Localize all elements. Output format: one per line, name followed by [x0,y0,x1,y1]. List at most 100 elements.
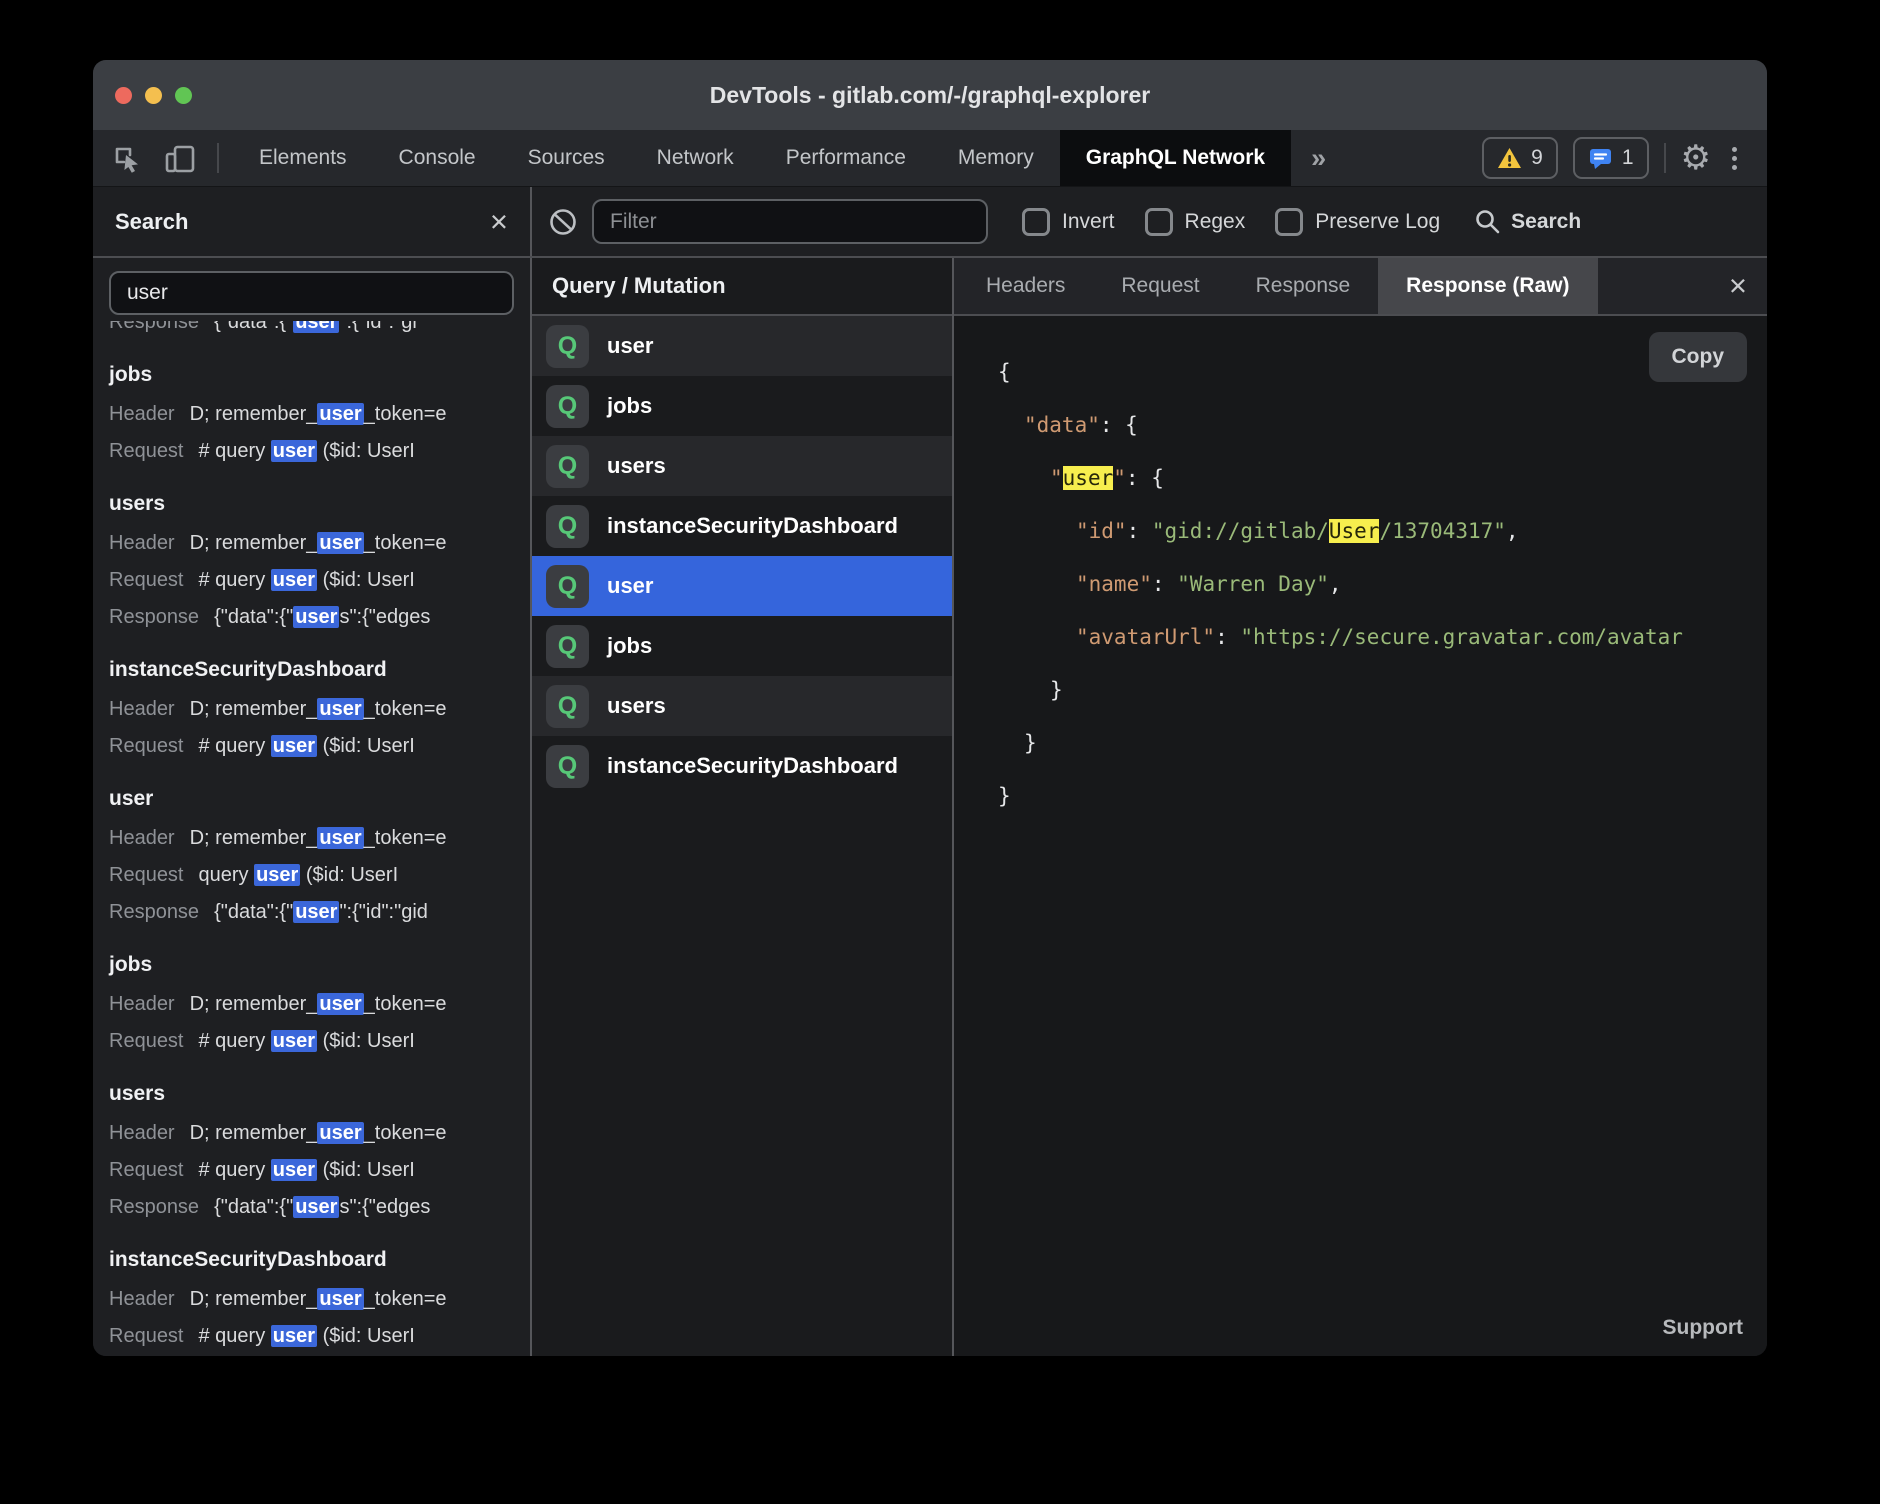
json-line: "name": "Warren Day", [998,558,1767,611]
search-result-row[interactable]: HeaderD; remember_user_token=e [109,525,530,562]
tab-sources[interactable]: Sources [502,130,631,186]
search-result-row[interactable]: Request# query user ($id: UserI [109,562,530,599]
search-result-row[interactable]: Response{"data":{"users":{"edges [109,599,530,636]
json-token: "data" [1024,413,1100,437]
inspect-element-icon[interactable] [111,142,143,174]
tab-network[interactable]: Network [631,130,760,186]
support-link[interactable]: Support [1663,1316,1743,1340]
search-result-row[interactable]: HeaderD; remember_user_token=e [109,396,530,433]
query-type-badge: Q [546,325,589,368]
regex-checkbox[interactable] [1145,208,1173,236]
tab-memory[interactable]: Memory [932,130,1060,186]
search-result-row[interactable]: HeaderD; remember_user_token=e [109,1281,530,1318]
close-window-button[interactable] [115,87,132,104]
value-text: ":{"id":"gid [339,901,427,923]
response-tab-request[interactable]: Request [1093,258,1227,314]
query-list-item[interactable]: Qusers [532,676,952,736]
close-search-panel-icon[interactable]: × [490,206,508,237]
regex-option[interactable]: Regex [1145,208,1246,236]
search-result-value: D; remember_user_token=e [190,1288,447,1310]
tab-console[interactable]: Console [373,130,502,186]
value-text: _token=e [364,827,447,849]
search-result-row[interactable]: Request# query user ($id: UserI [109,1152,530,1189]
query-list: QuserQjobsQusersQinstanceSecurityDashboa… [532,316,952,796]
search-result-row[interactable]: Requestquery user ($id: UserI [109,857,530,894]
search-result-row[interactable]: Response{"data":{"user":{"id":"gi [109,321,530,341]
warning-count: 9 [1531,146,1543,170]
value-text: _token=e [364,993,447,1015]
match-highlight: user [254,864,300,886]
response-tab-response[interactable]: Response [1228,258,1379,314]
search-result-row[interactable]: Request# query user ($id: UserI [109,433,530,470]
search-result-row[interactable]: HeaderD; remember_user_token=e [109,986,530,1023]
query-list-item[interactable]: QinstanceSecurityDashboard [532,496,952,556]
value-text: _token=e [364,698,447,720]
query-list-item[interactable]: Quser [532,556,952,616]
issues-badge[interactable]: 1 [1573,137,1649,179]
json-token: , [1329,572,1342,596]
value-text: _token=e [364,403,447,425]
match-highlight: user [271,569,317,591]
search-result-row[interactable]: HeaderD; remember_user_token=e [109,691,530,728]
match-highlight: user [271,440,317,462]
devtools-tabbar: ElementsConsoleSourcesNetworkPerformance… [93,130,1767,187]
maximize-window-button[interactable] [175,87,192,104]
query-list-item[interactable]: Quser [532,316,952,376]
search-result-row[interactable]: Request# query user ($id: UserI [109,1318,530,1355]
network-search-toggle[interactable]: Search [1474,208,1581,235]
json-token: : [1100,413,1125,437]
settings-gear-icon[interactable]: ⚙ [1681,141,1711,175]
value-text: # query [199,1325,271,1347]
json-line: "data": { [998,399,1767,452]
query-list-item[interactable]: Qjobs [532,616,952,676]
json-token: "https://secure.gravatar.com/avatar [1240,625,1683,649]
kebab-menu-icon[interactable] [1726,147,1743,170]
value-text: # query [199,440,271,462]
response-tab-headers[interactable]: Headers [958,258,1093,314]
block-icon[interactable] [548,207,578,237]
value-text: # query [199,735,271,757]
tab-elements[interactable]: Elements [233,130,373,186]
json-token: } [998,784,1011,808]
more-tabs-button[interactable]: » [1291,130,1346,186]
tab-graphql-network[interactable]: GraphQL Network [1060,130,1291,186]
search-result-row[interactable]: Response{"data":{"users":{"edges [109,1189,530,1226]
search-result-row[interactable]: HeaderD; remember_user_token=e [109,820,530,857]
invert-checkbox[interactable] [1022,208,1050,236]
search-result-value: # query user ($id: UserI [199,1030,415,1052]
preserve-log-checkbox[interactable] [1275,208,1303,236]
value-text: # query [199,1159,271,1181]
value-text: ($id: UserI [317,1325,415,1347]
minimize-window-button[interactable] [145,87,162,104]
preserve-log-option[interactable]: Preserve Log [1275,208,1440,236]
search-result-row[interactable]: Response{"data":{"user":{"id":"gid [109,894,530,931]
warnings-badge[interactable]: 9 [1482,137,1558,179]
search-result-row[interactable]: Request# query user ($id: UserI [109,728,530,765]
match-highlight: user [317,993,363,1015]
query-type-badge: Q [546,565,589,608]
query-list-item[interactable]: Qjobs [532,376,952,436]
copy-button[interactable]: Copy [1649,332,1748,382]
value-text: s":{"edges [339,1196,430,1218]
tab-performance[interactable]: Performance [760,130,932,186]
query-list-item[interactable]: QinstanceSecurityDashboard [532,736,952,796]
search-result-value: {"data":{"users":{"edges [214,606,430,628]
json-token: { [1151,466,1164,490]
invert-option[interactable]: Invert [1022,208,1115,236]
json-token: } [1024,731,1037,755]
search-panel-header: Search × [93,187,532,256]
value-text: D; remember_ [190,698,318,720]
json-token: { [998,360,1011,384]
device-toolbar-icon[interactable] [163,142,197,174]
close-response-icon[interactable]: × [1729,258,1747,314]
filter-input[interactable] [592,199,988,244]
json-token: " [1050,466,1063,490]
value-text: _token=e [364,532,447,554]
response-tab-response-raw-[interactable]: Response (Raw) [1378,258,1597,314]
search-result-row[interactable]: Request# query user ($id: UserI [109,1023,530,1060]
search-input[interactable] [109,271,514,315]
value-text: {"data":{" [214,901,293,923]
json-line: "avatarUrl": "https://secure.gravatar.co… [998,611,1767,664]
search-result-row[interactable]: HeaderD; remember_user_token=e [109,1115,530,1152]
query-list-item[interactable]: Qusers [532,436,952,496]
